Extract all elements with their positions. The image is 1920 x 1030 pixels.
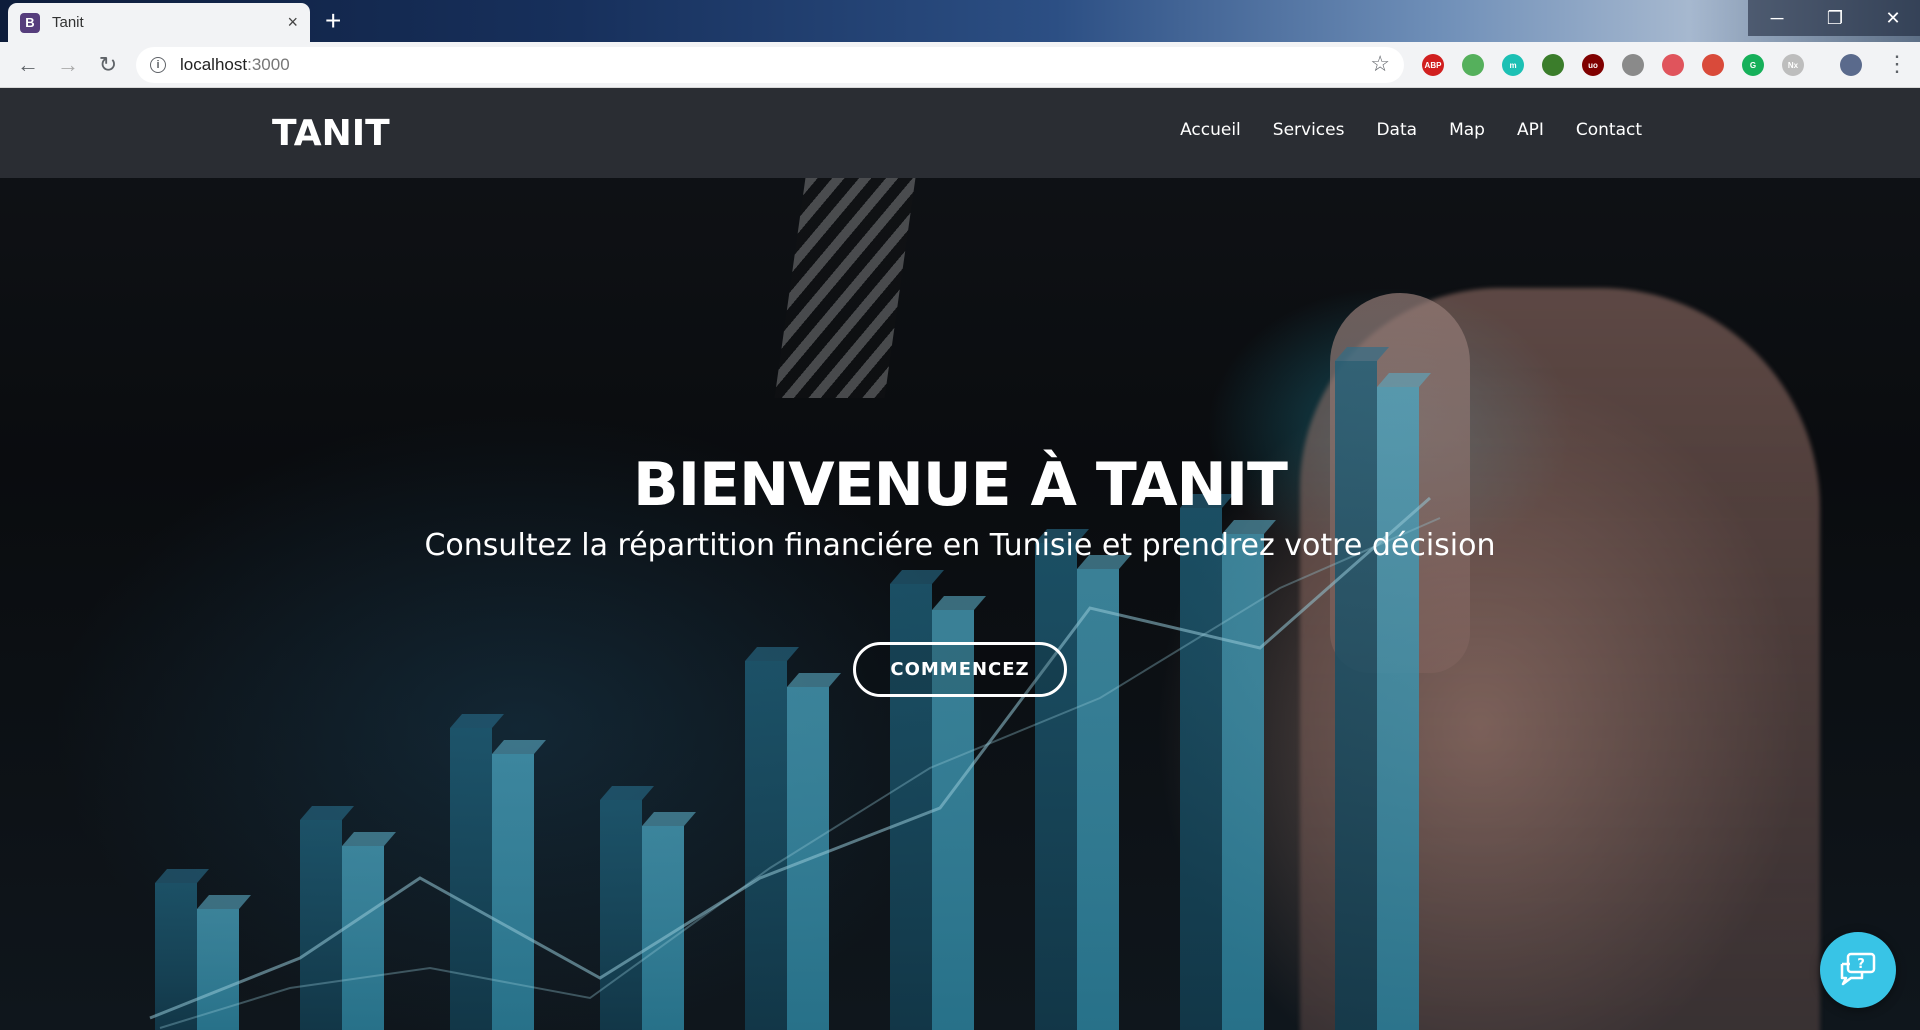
chart-bar-top bbox=[197, 895, 251, 909]
chart-bar-top bbox=[492, 740, 546, 754]
browser-title-bar: B Tanit × + ─ ❐ ✕ bbox=[0, 0, 1920, 42]
chart-bar bbox=[600, 800, 642, 1030]
reload-button[interactable]: ↻ bbox=[94, 51, 122, 79]
chart-bar bbox=[342, 846, 384, 1030]
bootstrap-favicon-icon: B bbox=[20, 12, 40, 33]
m-extension-icon[interactable]: m bbox=[1502, 54, 1524, 76]
chart-bar bbox=[492, 754, 534, 1030]
web-page: TANIT Accueil Services Data Map API Cont… bbox=[0, 88, 1920, 1030]
url-text: localhost:3000 bbox=[180, 55, 290, 74]
nx-extension-icon[interactable]: Nx bbox=[1782, 54, 1804, 76]
chart-bar bbox=[450, 728, 492, 1030]
chart-bar-top bbox=[300, 806, 354, 820]
chart-bar bbox=[1180, 508, 1222, 1030]
shield-extension-icon[interactable] bbox=[1662, 54, 1684, 76]
chart-bar-top bbox=[1377, 373, 1431, 387]
nav-api[interactable]: API bbox=[1517, 120, 1544, 140]
browser-toolbar: ← → ↻ i localhost:3000 ☆ ABP m uo G Nx ⋮ bbox=[0, 42, 1920, 88]
address-bar[interactable]: i localhost:3000 ☆ bbox=[136, 47, 1404, 83]
chart-bar bbox=[1222, 534, 1264, 1030]
chart-bar-top bbox=[342, 832, 396, 846]
nav-map[interactable]: Map bbox=[1449, 120, 1485, 140]
chart-bar-top bbox=[890, 570, 944, 584]
chart-bar-top bbox=[787, 673, 841, 687]
chart-bar-top bbox=[1335, 347, 1389, 361]
chart-bar-top bbox=[600, 786, 654, 800]
chart-bar-top bbox=[155, 869, 209, 883]
site-logo[interactable]: TANIT bbox=[272, 113, 390, 154]
tab-title: Tanit bbox=[52, 14, 84, 31]
adblock-plus-icon[interactable]: ABP bbox=[1422, 54, 1444, 76]
back-button[interactable]: ← bbox=[14, 51, 42, 79]
help-chat-icon: ? bbox=[1840, 952, 1876, 986]
bookmark-star-icon[interactable]: ☆ bbox=[1370, 51, 1390, 77]
browser-tab[interactable]: B Tanit × bbox=[8, 3, 310, 42]
chart-bar bbox=[1035, 543, 1077, 1030]
profile-avatar-icon[interactable] bbox=[1840, 54, 1862, 76]
browser-menu-icon[interactable]: ⋮ bbox=[1886, 51, 1908, 77]
ublock-origin-icon[interactable]: uo bbox=[1582, 54, 1604, 76]
chart-bar-top bbox=[450, 714, 504, 728]
nav-contact[interactable]: Contact bbox=[1576, 120, 1642, 140]
site-menu: Accueil Services Data Map API Contact bbox=[1180, 120, 1642, 140]
eye-extension-icon[interactable] bbox=[1622, 54, 1644, 76]
chart-bar-top bbox=[745, 647, 799, 661]
commencez-button[interactable]: COMMENCEZ bbox=[853, 642, 1067, 697]
hero-title: BIENVENUE À TANIT bbox=[633, 450, 1288, 520]
mail-extension-icon[interactable] bbox=[1462, 54, 1484, 76]
site-info-icon[interactable]: i bbox=[150, 57, 166, 73]
site-navbar: TANIT Accueil Services Data Map API Cont… bbox=[0, 88, 1920, 178]
nav-accueil[interactable]: Accueil bbox=[1180, 120, 1241, 140]
restore-button[interactable]: ❐ bbox=[1806, 0, 1864, 36]
tab-close-icon[interactable]: × bbox=[287, 12, 298, 33]
chart-bar bbox=[1077, 569, 1119, 1030]
nav-data[interactable]: Data bbox=[1376, 120, 1417, 140]
forward-button[interactable]: → bbox=[54, 51, 82, 79]
globe-extension-icon[interactable] bbox=[1542, 54, 1564, 76]
svg-text:?: ? bbox=[1857, 957, 1865, 972]
hero-subtitle: Consultez la répartition financiére en T… bbox=[424, 528, 1496, 563]
chart-bar bbox=[300, 820, 342, 1030]
chart-bar-top bbox=[642, 812, 696, 826]
chart-bar bbox=[745, 661, 787, 1030]
chart-bar-top bbox=[932, 596, 986, 610]
help-chat-button[interactable]: ? bbox=[1820, 932, 1896, 1008]
new-tab-button[interactable]: + bbox=[325, 6, 341, 36]
grammarly-icon[interactable]: G bbox=[1742, 54, 1764, 76]
colorful-extension-icon[interactable] bbox=[1702, 54, 1724, 76]
minimize-button[interactable]: ─ bbox=[1748, 0, 1806, 36]
chart-bar bbox=[197, 909, 239, 1030]
nav-services[interactable]: Services bbox=[1273, 120, 1345, 140]
close-window-button[interactable]: ✕ bbox=[1864, 0, 1920, 36]
